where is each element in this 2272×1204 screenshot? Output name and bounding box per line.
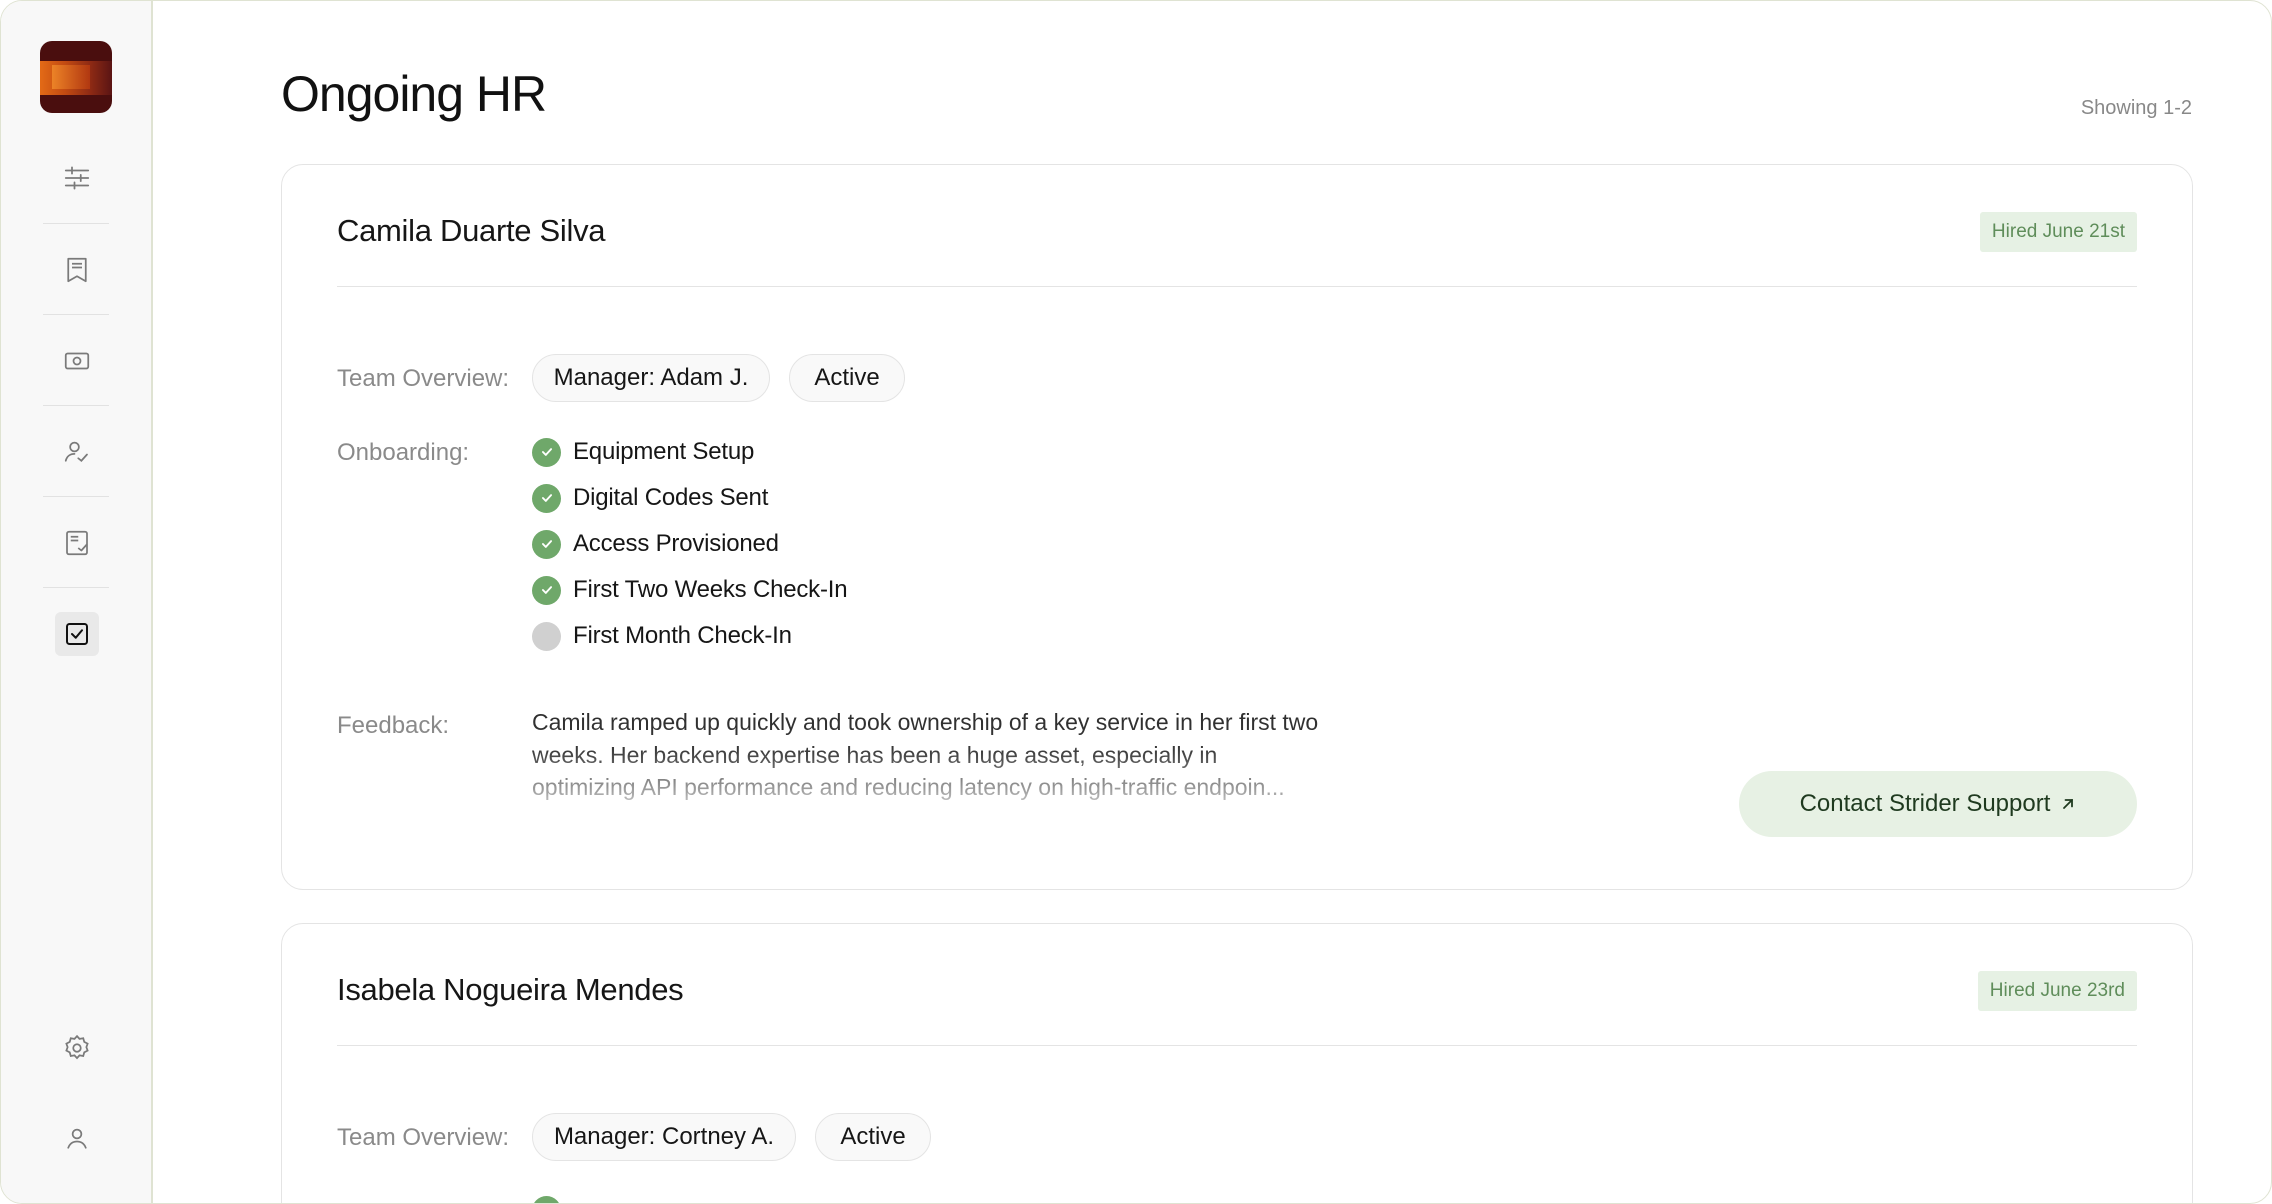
- bookmark-receipt-icon[interactable]: [55, 248, 99, 292]
- status-pill[interactable]: Active: [815, 1113, 931, 1161]
- onboarding-item-label: Equipment Setup: [573, 438, 755, 465]
- contact-support-label: Contact Strider Support: [1799, 790, 2051, 817]
- onboarding-item-label: First Two Weeks Check-In: [573, 576, 848, 603]
- sliders-icon[interactable]: [55, 156, 99, 200]
- onboarding-item: Access Provisioned: [532, 529, 779, 559]
- check-icon: [532, 575, 561, 605]
- onboarding-item-label: First Month Check-In: [573, 622, 792, 649]
- onboarding-item-label: Access Provisioned: [573, 530, 779, 557]
- pagination-count: Showing 1-2: [2080, 97, 2192, 119]
- employee-card: Isabela Nogueira Mendes Hired June 23rd …: [281, 923, 2193, 1203]
- check-icon: [532, 1196, 561, 1203]
- employee-name: Isabela Nogueira Mendes: [337, 972, 684, 1007]
- external-link-icon: [2063, 799, 2074, 809]
- employee-card: Camila Duarte Silva Hired June 21st Team…: [281, 164, 2193, 890]
- pending-circle-icon: [532, 621, 561, 651]
- check-icon: [532, 529, 561, 559]
- manager-pill[interactable]: Manager: Adam J.: [532, 354, 770, 402]
- feedback-text: Camila ramped up quickly and took owners…: [532, 706, 1322, 804]
- feedback-label: Feedback:: [337, 712, 450, 739]
- page-title: Ongoing HR: [281, 66, 547, 122]
- checkbox-icon[interactable]: [55, 612, 99, 656]
- divider: [337, 1045, 2137, 1046]
- check-icon: [532, 437, 561, 467]
- check-icon: [532, 483, 561, 513]
- document-check-icon[interactable]: [55, 521, 99, 565]
- status-pill[interactable]: Active: [789, 354, 905, 402]
- user-check-icon[interactable]: [55, 430, 99, 474]
- onboarding-item: First Month Check-In: [532, 621, 792, 651]
- divider: [337, 286, 2137, 287]
- money-icon[interactable]: [55, 339, 99, 383]
- sidebar: [1, 1, 153, 1203]
- app-window: Ongoing HR Showing 1-2 Camila Duarte Sil…: [0, 0, 2272, 1204]
- hired-badge: Hired June 23rd: [1977, 971, 2137, 1011]
- onboarding-item-label: Digital Codes Sent: [573, 484, 769, 511]
- app-logo[interactable]: [40, 41, 112, 113]
- user-icon[interactable]: [55, 1117, 99, 1161]
- onboarding-item: First Two Weeks Check-In: [532, 575, 848, 605]
- team-overview-label: Team Overview:: [337, 365, 510, 392]
- team-overview-label: Team Overview:: [337, 1124, 510, 1151]
- onboarding-label: Onboarding:: [337, 439, 470, 466]
- onboarding-item: Digital Codes Sent: [532, 483, 768, 513]
- contact-support-button[interactable]: Contact Strider Support: [1739, 771, 2137, 837]
- onboarding-item: Equipment Setup: [532, 437, 754, 467]
- gear-icon[interactable]: [55, 1026, 99, 1070]
- employee-name: Camila Duarte Silva: [337, 213, 606, 248]
- manager-pill[interactable]: Manager: Cortney A.: [532, 1113, 796, 1161]
- hired-badge: Hired June 21st: [1979, 212, 2137, 252]
